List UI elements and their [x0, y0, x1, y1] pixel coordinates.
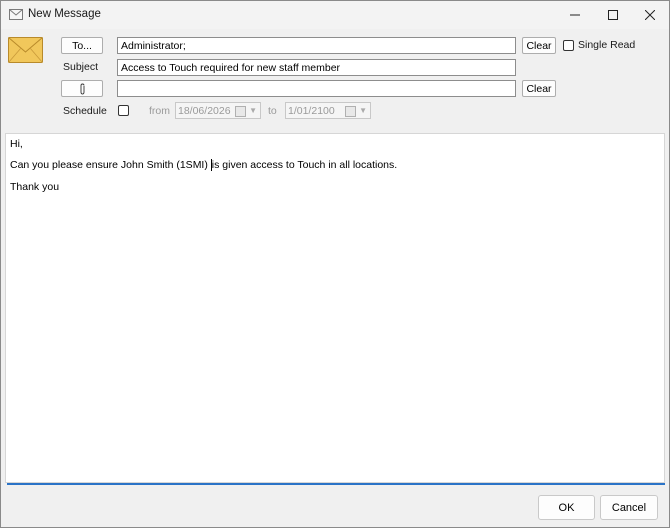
- title-bar: New Message: [1, 1, 669, 29]
- mail-icon: [9, 9, 23, 20]
- paperclip-icon: [80, 83, 84, 94]
- attach-button[interactable]: [61, 80, 103, 97]
- envelope-icon: [8, 37, 43, 63]
- maximize-icon: [608, 10, 618, 20]
- chevron-down-icon: ▼: [359, 106, 367, 115]
- calendar-icon: [235, 106, 246, 117]
- body-text-after-caret: is given access to Touch in all location…: [211, 159, 398, 171]
- to-button[interactable]: To...: [61, 37, 103, 54]
- close-icon: [645, 10, 655, 20]
- schedule-checkbox[interactable]: [118, 105, 129, 116]
- clear-attachment-button[interactable]: Clear: [522, 80, 556, 97]
- window-title: New Message: [28, 8, 101, 20]
- maximize-button[interactable]: [594, 1, 632, 29]
- body-line-greeting: Hi,: [10, 138, 23, 150]
- subject-field[interactable]: Access to Touch required for new staff m…: [117, 59, 516, 76]
- body-line-signoff: Thank you: [10, 181, 60, 193]
- to-field[interactable]: Administrator;: [117, 37, 516, 54]
- from-date-picker[interactable]: 18/06/2026 ▼: [175, 102, 261, 119]
- to-date-value: 1/01/2100: [288, 104, 335, 117]
- close-button[interactable]: [631, 1, 669, 29]
- message-body[interactable]: Hi, Can you please ensure John Smith (1S…: [5, 133, 665, 483]
- minimize-icon: [570, 14, 580, 16]
- clear-to-button[interactable]: Clear: [522, 37, 556, 54]
- subject-label: Subject: [63, 61, 99, 73]
- message-window: New Message To... Administrator; Clear S…: [0, 0, 670, 528]
- single-read-label: Single Read: [578, 39, 636, 51]
- from-label: from: [149, 105, 170, 117]
- attachment-field[interactable]: [117, 80, 516, 97]
- focus-underline: [7, 483, 665, 485]
- to-date-picker[interactable]: 1/01/2100 ▼: [285, 102, 371, 119]
- from-date-value: 18/06/2026: [178, 104, 231, 117]
- calendar-icon: [345, 106, 356, 117]
- single-read-checkbox[interactable]: [563, 40, 574, 51]
- minimize-button[interactable]: [556, 1, 594, 29]
- to-date-label: to: [268, 105, 277, 117]
- schedule-label: Schedule: [63, 105, 107, 117]
- cancel-button[interactable]: Cancel: [600, 495, 658, 520]
- chevron-down-icon: ▼: [249, 106, 257, 115]
- ok-button[interactable]: OK: [538, 495, 595, 520]
- body-text-before-caret: Can you please ensure John Smith (1SMI): [10, 159, 211, 171]
- body-line-request: Can you please ensure John Smith (1SMI) …: [10, 159, 398, 172]
